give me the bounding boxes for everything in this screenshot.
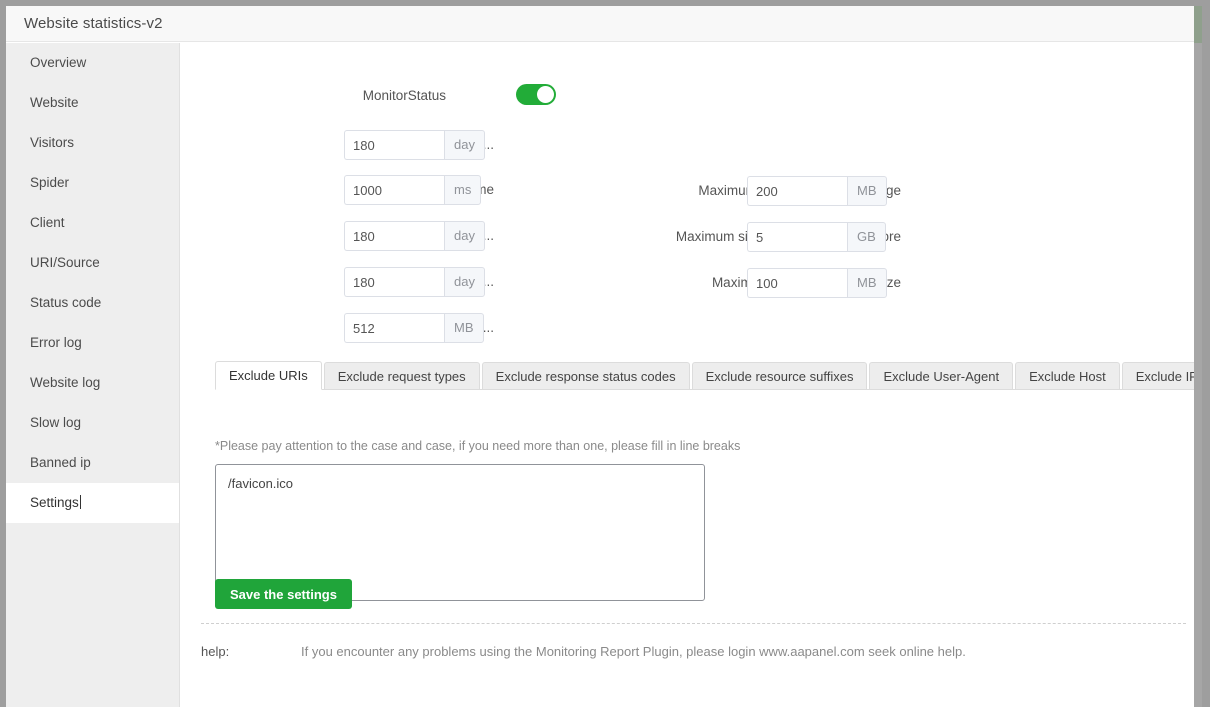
sidebar-item-label: Spider bbox=[30, 175, 69, 190]
form-row: Maximum stats sa...day bbox=[181, 130, 494, 160]
sidebar-item-website-log[interactable]: Website log bbox=[6, 363, 179, 403]
input-group: MB bbox=[747, 268, 887, 298]
exclude-tabs-bar: Exclude URIsExclude request typesExclude… bbox=[215, 362, 1195, 390]
sidebar-item-label: Client bbox=[30, 215, 65, 230]
input-group: GB bbox=[747, 222, 886, 252]
field-unit: MB bbox=[444, 313, 484, 343]
sidebar-item-website[interactable]: Website bbox=[6, 83, 179, 123]
tab-exclude-request-types[interactable]: Exclude request types bbox=[324, 362, 480, 390]
input-group: MB bbox=[747, 176, 887, 206]
sidebar-item-label: Website log bbox=[30, 375, 100, 390]
sidebar-item-label: Banned ip bbox=[30, 455, 91, 470]
save-settings-button[interactable]: Save the settings bbox=[215, 579, 352, 609]
monitor-status-row: MonitorStatus bbox=[181, 81, 541, 111]
tab-exclude-uris[interactable]: Exclude URIs bbox=[215, 361, 322, 390]
tab-exclude-response-status-codes[interactable]: Exclude response status codes bbox=[482, 362, 690, 390]
sidebar-item-banned-ip[interactable]: Banned ip bbox=[6, 443, 179, 483]
monitor-status-toggle[interactable] bbox=[516, 84, 556, 105]
sidebar-item-settings[interactable]: Settings bbox=[6, 483, 179, 523]
sidebar-item-error-log[interactable]: Error log bbox=[6, 323, 179, 363]
field-input[interactable] bbox=[747, 176, 847, 206]
field-unit: day bbox=[444, 130, 485, 160]
sidebar-navigation: Overview Website Visitors Spider Client URI/S… bbox=[6, 43, 180, 707]
exclude-hint-text: *Please pay attention to the case and ca… bbox=[215, 439, 740, 453]
sidebar-item-label: URI/Source bbox=[30, 255, 100, 270]
sidebar-item-status-code[interactable]: Status code bbox=[6, 283, 179, 323]
tab-exclude-host[interactable]: Exclude Host bbox=[1015, 362, 1120, 390]
sidebar-item-label: Slow log bbox=[30, 415, 81, 430]
form-row: Maximum size of the access log storeGB bbox=[181, 222, 897, 252]
form-row: Maximum size of slow log storageMB bbox=[181, 176, 897, 206]
sidebar-item-client[interactable]: Client bbox=[6, 203, 179, 243]
sidebar-item-spider[interactable]: Spider bbox=[6, 163, 179, 203]
sidebar-item-uri-source[interactable]: URI/Source bbox=[6, 243, 179, 283]
sidebar-item-label: Settings bbox=[30, 495, 79, 510]
field-input[interactable] bbox=[344, 313, 444, 343]
form-row: Maximum memor...MB bbox=[181, 313, 494, 343]
field-unit: MB bbox=[847, 176, 887, 206]
help-label: help: bbox=[201, 639, 229, 665]
sidebar-item-label: Website bbox=[30, 95, 79, 110]
main-content: MonitorStatus Maximum stats sa...daySlow… bbox=[181, 43, 1202, 707]
field-input[interactable] bbox=[747, 222, 847, 252]
monitor-status-label: MonitorStatus bbox=[363, 81, 446, 111]
field-unit: MB bbox=[847, 268, 887, 298]
tab-exclude-resource-suffixes[interactable]: Exclude resource suffixes bbox=[692, 362, 868, 390]
field-input[interactable] bbox=[747, 268, 847, 298]
exclude-tabs: Exclude URIsExclude request typesExclude… bbox=[215, 361, 1202, 390]
sidebar-item-slow-log[interactable]: Slow log bbox=[6, 403, 179, 443]
input-group: day bbox=[344, 130, 485, 160]
tab-exclude-user-agent[interactable]: Exclude User-Agent bbox=[869, 362, 1013, 390]
toggle-knob-icon bbox=[537, 86, 554, 103]
sidebar-item-label: Error log bbox=[30, 335, 82, 350]
input-group: MB bbox=[344, 313, 484, 343]
tab-exclude-ip[interactable]: Exclude IP bbox=[1122, 362, 1202, 390]
sidebar-item-label: Status code bbox=[30, 295, 101, 310]
field-input[interactable] bbox=[344, 130, 444, 160]
help-text: If you encounter any problems using the … bbox=[301, 639, 966, 665]
vertical-scrollbar[interactable] bbox=[1194, 6, 1202, 707]
text-cursor-icon bbox=[80, 495, 81, 509]
scrollbar-thumb[interactable] bbox=[1194, 6, 1202, 43]
form-row: Maximum error log storage sizeMB bbox=[181, 268, 897, 298]
sidebar-item-label: Overview bbox=[30, 55, 86, 70]
sidebar-item-overview[interactable]: Overview bbox=[6, 43, 179, 83]
sidebar-item-visitors[interactable]: Visitors bbox=[6, 123, 179, 163]
application-window: Website statistics-v2 Overview Website Vis… bbox=[0, 0, 1210, 707]
field-unit: GB bbox=[847, 222, 886, 252]
section-divider bbox=[201, 623, 1186, 624]
title-bar: Website statistics-v2 bbox=[6, 6, 1202, 42]
window-body: Website statistics-v2 Overview Website Vis… bbox=[6, 6, 1202, 707]
page-title: Website statistics-v2 bbox=[24, 15, 163, 32]
sidebar-item-label: Visitors bbox=[30, 135, 74, 150]
